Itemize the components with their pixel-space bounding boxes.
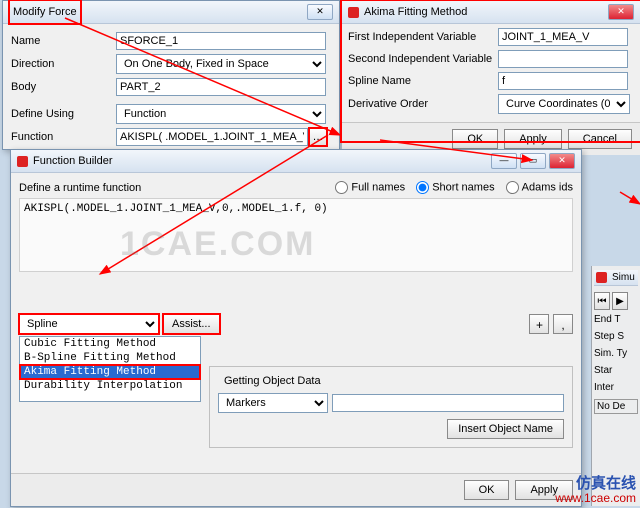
- name-mode-group: Full names Short names Adams ids: [327, 181, 573, 194]
- object-name-field[interactable]: [332, 394, 564, 412]
- modify-force-body: Name Direction On One Body, Fixed in Spa…: [3, 24, 339, 158]
- define-using-label: Define Using: [11, 108, 116, 120]
- body-label: Body: [11, 81, 116, 93]
- deriv-order-label: Derivative Order: [348, 98, 498, 110]
- ok-button[interactable]: OK: [464, 480, 510, 500]
- sim-row[interactable]: Inter: [594, 382, 638, 393]
- akima-titlebar[interactable]: Akima Fitting Method ✕: [342, 1, 640, 24]
- close-icon[interactable]: ✕: [608, 4, 634, 20]
- function-field[interactable]: [116, 128, 308, 146]
- simulation-panel: Simu ⏮ ▶ End T Step S Sim. Ty Star Inter…: [591, 266, 640, 506]
- app-icon: [596, 272, 607, 283]
- second-var-field[interactable]: [498, 50, 628, 68]
- minimize-icon[interactable]: —: [491, 153, 517, 169]
- body-field[interactable]: [116, 78, 326, 96]
- cancel-button[interactable]: Cancel: [568, 129, 632, 149]
- url-watermark: www.1cae.com: [555, 491, 636, 505]
- short-names-label: Short names: [432, 181, 494, 193]
- close-icon[interactable]: ✕: [307, 4, 333, 20]
- short-names-radio[interactable]: [416, 181, 429, 194]
- full-names-radio[interactable]: [335, 181, 348, 194]
- play-icon[interactable]: ▶: [612, 292, 628, 310]
- comma-button[interactable]: ,: [553, 314, 573, 334]
- close-icon[interactable]: ✕: [549, 153, 575, 169]
- ok-button[interactable]: OK: [452, 129, 498, 149]
- builder-body: Define a runtime function Full names Sho…: [11, 173, 581, 508]
- category-select[interactable]: Spline: [19, 314, 159, 334]
- app-icon: [17, 156, 28, 167]
- function-ellipsis-button[interactable]: …: [309, 128, 327, 146]
- sim-row[interactable]: No De: [594, 399, 638, 414]
- plus-button[interactable]: +: [529, 314, 549, 334]
- akima-window: Akima Fitting Method ✕ First Independent…: [341, 0, 640, 142]
- list-item[interactable]: Cubic Fitting Method: [20, 337, 200, 351]
- method-list[interactable]: Cubic Fitting Method B-Spline Fitting Me…: [19, 336, 201, 402]
- modify-force-titlebar[interactable]: Modify Force ✕: [3, 1, 339, 24]
- akima-body: First Independent Variable Second Indepe…: [342, 24, 640, 122]
- builder-titlebar[interactable]: Function Builder — ▭ ✕: [11, 150, 581, 173]
- get-data-label: Getting Object Data: [220, 375, 325, 387]
- name-field[interactable]: [116, 32, 326, 50]
- getting-object-data: Getting Object Data Markers Insert Objec…: [209, 366, 573, 448]
- deriv-order-select[interactable]: Curve Coordinates (0): [498, 94, 630, 114]
- second-var-label: Second Independent Variable: [348, 53, 498, 65]
- function-label: Function: [11, 131, 116, 143]
- assist-button[interactable]: Assist...: [163, 314, 220, 334]
- define-using-select[interactable]: Function: [116, 104, 326, 124]
- object-type-select[interactable]: Markers: [218, 393, 328, 413]
- sim-row[interactable]: Sim. Ty: [594, 348, 638, 359]
- full-names-label: Full names: [351, 181, 405, 193]
- app-icon: [348, 7, 359, 18]
- modify-force-title: Modify Force: [9, 0, 81, 24]
- spline-name-label: Spline Name: [348, 75, 498, 87]
- sim-row[interactable]: Step S: [594, 331, 638, 342]
- first-var-label: First Independent Variable: [348, 31, 498, 43]
- spline-name-field[interactable]: [498, 72, 628, 90]
- sim-row[interactable]: End T: [594, 314, 638, 325]
- name-label: Name: [11, 35, 116, 47]
- apply-button[interactable]: Apply: [504, 129, 562, 149]
- first-var-field[interactable]: [498, 28, 628, 46]
- sim-row[interactable]: Star: [594, 365, 638, 376]
- modify-force-window: Modify Force ✕ Name Direction On One Bod…: [2, 0, 340, 150]
- list-item[interactable]: B-Spline Fitting Method: [20, 351, 200, 365]
- direction-label: Direction: [11, 58, 116, 70]
- adams-ids-label: Adams ids: [522, 181, 573, 193]
- expression-area[interactable]: AKISPL(.MODEL_1.JOINT_1_MEA_V,0,.MODEL_1…: [19, 198, 573, 272]
- direction-select[interactable]: On One Body, Fixed in Space: [116, 54, 326, 74]
- list-item[interactable]: Durability Interpolation: [20, 379, 200, 393]
- rewind-icon[interactable]: ⏮: [594, 292, 610, 310]
- list-item[interactable]: Akima Fitting Method: [20, 365, 200, 379]
- maximize-icon[interactable]: ▭: [520, 153, 546, 169]
- insert-object-button[interactable]: Insert Object Name: [447, 419, 564, 439]
- builder-title: Function Builder: [33, 155, 113, 167]
- define-label: Define a runtime function: [19, 182, 141, 194]
- brand-watermark: 仿真在线: [576, 472, 636, 493]
- sim-title: Simu: [612, 272, 635, 283]
- adams-ids-radio[interactable]: [506, 181, 519, 194]
- akima-title: Akima Fitting Method: [364, 6, 467, 18]
- function-builder-window: Function Builder — ▭ ✕ Define a runtime …: [10, 149, 582, 507]
